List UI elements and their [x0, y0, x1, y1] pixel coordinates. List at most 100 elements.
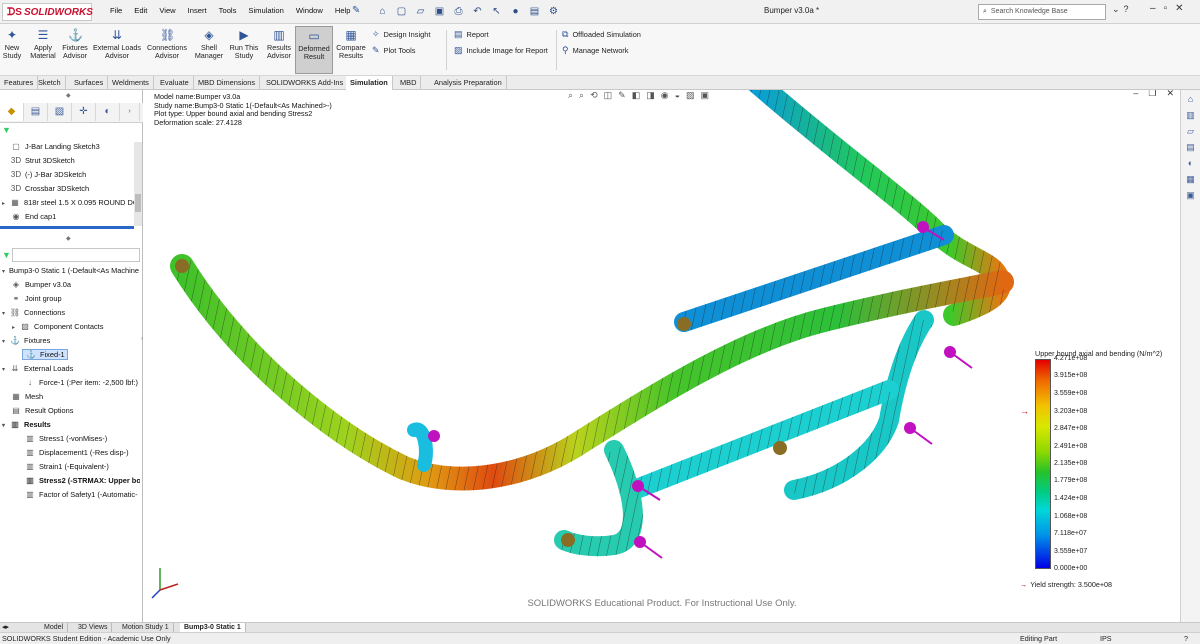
home-icon[interactable]: ⌂ — [374, 4, 391, 20]
tab-simulation[interactable]: Simulation — [346, 76, 393, 90]
solidworks-logo[interactable]: ᗪS SOLIDWORKS — [2, 3, 93, 21]
menu-file[interactable]: File — [104, 6, 128, 15]
viewport-restore-icon[interactable]: ❐ — [1148, 90, 1156, 99]
status-help-icon[interactable]: ? — [1184, 634, 1188, 643]
plot-tools-button[interactable]: ✎ Plot Tools — [372, 45, 415, 56]
tab-evaluate[interactable]: Evaluate — [156, 76, 194, 90]
tab-surfaces[interactable]: Surfaces — [70, 76, 109, 90]
tree-item[interactable]: ◉ End cap1 — [10, 212, 135, 221]
tree-item[interactable]: ▢ J-Bar Landing Sketch3 — [10, 142, 135, 151]
study-tree-item[interactable]: ▸ ▧ Component Contacts — [12, 322, 140, 331]
study-tree-item[interactable]: ↓ Force-1 (:Per item: -2,500 lbf:) — [24, 378, 140, 387]
displaymanager-tab-icon[interactable]: ◐ — [96, 103, 120, 121]
close-icon[interactable]: ✕ — [1175, 3, 1183, 14]
results-advisor-button[interactable]: ▥ Results Advisor — [264, 26, 294, 74]
menu-insert[interactable]: Insert — [182, 6, 213, 15]
study-tree-item[interactable]: ◈ Bumper v3.0a — [10, 280, 140, 289]
display-style-icon[interactable]: ◨ — [646, 90, 655, 101]
file-properties-icon[interactable]: ▤ — [526, 4, 543, 20]
study-tree-item[interactable]: ⚭ Joint group — [10, 294, 140, 303]
tab-weldments[interactable]: Weldments — [108, 76, 154, 90]
hide-show-items-icon[interactable]: ◉ — [661, 90, 669, 101]
featuremanager-tab-icon[interactable]: ◆ — [0, 103, 24, 121]
file-explorer-icon[interactable]: ▱ — [1184, 125, 1198, 138]
dynamic-annotation-icon[interactable]: ✎ — [618, 90, 626, 101]
compare-results-button[interactable]: ▦ Compare Results — [335, 26, 367, 74]
menu-view[interactable]: View — [153, 6, 181, 15]
study-tree-item-active[interactable]: ▥ Stress2 (-STRMAX: Upper bo — [24, 476, 140, 485]
rebuild-icon[interactable]: ● — [507, 4, 524, 20]
color-legend-bar[interactable] — [1035, 359, 1051, 569]
external-loads-advisor-button[interactable]: ⇊ External Loads Advisor — [92, 26, 142, 74]
stress-plot-model[interactable] — [144, 90, 1180, 622]
tab-solidworks-add-ins[interactable]: SOLIDWORKS Add-Ins — [262, 76, 349, 90]
graphics-area[interactable]: Model name:Bumper v3.0a Study name:Bump3… — [144, 90, 1180, 622]
study-tree-item[interactable]: ▾ Bump3-0 Static 1 (-Default<As Machine — [2, 266, 142, 275]
search-knowledge-base[interactable]: ⌕ Search Knowledge Base — [978, 4, 1106, 20]
study-tree-item[interactable]: ▦ Mesh — [10, 392, 140, 401]
collapse-icon[interactable]: ▾ — [2, 310, 9, 317]
edit-appearance-icon[interactable]: ◒ — [675, 90, 680, 101]
appearances-icon[interactable]: ◐ — [1184, 157, 1198, 170]
undo-icon[interactable]: ↶ — [469, 4, 486, 20]
apply-scene-icon[interactable]: ▨ — [686, 90, 695, 101]
study-tree-item[interactable]: ▤ Result Options — [10, 406, 140, 415]
split-handle-icon[interactable]: ◆ — [66, 235, 71, 242]
study-tree-item[interactable]: ▾ ⚓ Fixtures — [2, 336, 140, 345]
viewport-close-icon[interactable]: ✕ — [1166, 90, 1174, 99]
include-image-for-report-button[interactable]: ▨ Include Image for Report — [454, 45, 548, 56]
study-tree-item[interactable]: ▾ ⛓ Connections — [2, 308, 140, 317]
filter-icon[interactable]: ▼ — [2, 125, 11, 135]
tree-item[interactable]: 3D (-) J-Bar 3DSketch — [10, 170, 135, 179]
new-study-button[interactable]: ✦ New Study — [2, 26, 22, 74]
study-tree-item[interactable]: ▾ ⇊ External Loads — [2, 364, 140, 373]
tree-item[interactable]: 3D Crossbar 3DSketch — [10, 184, 135, 193]
open-icon[interactable]: ▱ — [412, 4, 429, 20]
collapse-icon[interactable]: ▾ — [2, 366, 9, 373]
pin-icon[interactable]: ✎ — [352, 5, 360, 16]
expand-icon[interactable]: ▸ — [12, 324, 19, 331]
custom-properties-icon[interactable]: ▦ — [1184, 173, 1198, 186]
study-tree-item[interactable]: ▥ Displacement1 (-Res disp-) — [24, 448, 140, 457]
menu-window[interactable]: Window — [290, 6, 329, 15]
solidworks-resources-icon[interactable]: ⌂ — [1184, 93, 1198, 106]
previous-view-icon[interactable]: ⟲ — [590, 90, 598, 101]
manage-network-button[interactable]: ⚲ Manage Network — [562, 45, 628, 56]
tab-mbd[interactable]: MBD — [396, 76, 422, 90]
expand-icon[interactable]: ▸ — [2, 200, 9, 207]
offloaded-simulation-button[interactable]: ⧉ Offloaded Simulation — [562, 29, 641, 40]
zoom-to-area-icon[interactable]: ⌕ — [579, 90, 584, 101]
new-document-icon[interactable]: ▢ — [393, 4, 410, 20]
simulation-filter-icon[interactable]: ▼ — [2, 250, 11, 260]
print-icon[interactable]: ⎙ — [450, 4, 467, 20]
tree-item[interactable]: 3D Strut 3DSketch — [10, 156, 135, 165]
collapse-icon[interactable]: ▾ — [2, 338, 9, 345]
apply-material-button[interactable]: ☰ Apply Material — [28, 26, 58, 74]
panel-expand-icon[interactable]: › — [120, 103, 140, 121]
tab-sketch[interactable]: Sketch — [34, 76, 66, 90]
design-insight-button[interactable]: ✧ Design Insight — [372, 29, 430, 40]
study-tree-item-selected[interactable]: ⚓ Fixed-1 — [22, 349, 68, 360]
status-units[interactable]: IPS — [1100, 634, 1112, 643]
tree-item[interactable]: ▸ ▦ 818r steel 1.5 X 0.095 ROUND DO — [2, 198, 135, 207]
viewport-minimize-icon[interactable]: – — [1133, 90, 1138, 99]
search-dropdown-icon[interactable]: ⌄ — [1112, 4, 1120, 15]
deformed-result-button[interactable]: ▭ Deformed Result — [295, 26, 333, 74]
menu-simulation[interactable]: Simulation — [242, 6, 289, 15]
tree-h-scrollbar[interactable] — [0, 226, 134, 229]
run-this-study-button[interactable]: ▶ Run This Study — [228, 26, 260, 74]
report-button[interactable]: ▤ Report — [454, 29, 489, 40]
menu-tools[interactable]: Tools — [213, 6, 243, 15]
study-tree-item[interactable]: ▥ Strain1 (-Equivalent-) — [24, 462, 140, 471]
minimize-icon[interactable]: – — [1150, 3, 1156, 14]
view-palette-icon[interactable]: ▤ — [1184, 141, 1198, 154]
section-view-icon[interactable]: ◫ — [604, 90, 613, 101]
propertymanager-tab-icon[interactable]: ▤ — [24, 103, 48, 121]
tab-mbd-dimensions[interactable]: MBD Dimensions — [194, 76, 261, 90]
maximize-icon[interactable]: ▫ — [1164, 3, 1168, 14]
tab-analysis-preparation[interactable]: Analysis Preparation — [430, 76, 507, 90]
save-icon[interactable]: ▣ — [431, 4, 448, 20]
options-icon[interactable]: ⚙ — [545, 4, 562, 20]
menu-edit[interactable]: Edit — [128, 6, 153, 15]
forum-icon[interactable]: ▣ — [1184, 189, 1198, 202]
